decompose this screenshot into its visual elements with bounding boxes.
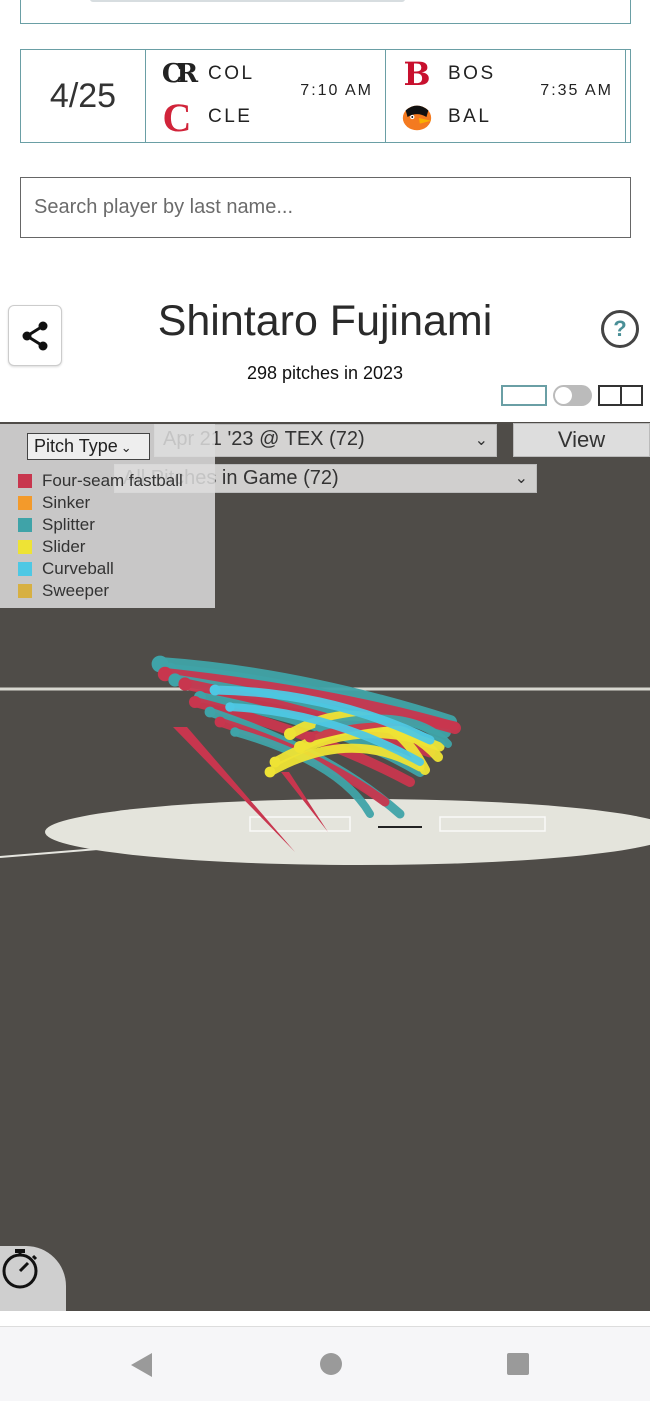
legend-label: Sinker bbox=[42, 493, 91, 512]
release-point bbox=[284, 728, 296, 740]
page-bottom-strip bbox=[0, 1311, 650, 1327]
game-time: 7:10 AM bbox=[300, 82, 373, 99]
split-view-icon[interactable] bbox=[598, 385, 643, 406]
team-abbr: CLE bbox=[208, 106, 253, 127]
legend-item[interactable]: Four-seam fastball bbox=[18, 470, 183, 492]
game-card-col-cle[interactable]: CR COL C CLE 7:10 AM bbox=[146, 50, 386, 142]
chevron-down-icon: ⌄ bbox=[474, 432, 488, 449]
schedule-date: 4/25 bbox=[21, 50, 146, 142]
legend-items: Four-seam fastball Sinker Splitter Slider Cu… bbox=[18, 470, 183, 602]
legend-swatch bbox=[18, 562, 32, 576]
back-icon[interactable] bbox=[131, 1353, 152, 1377]
release-point bbox=[225, 702, 235, 712]
release-point bbox=[304, 731, 316, 743]
pitch-type-select-value: Pitch Type bbox=[34, 436, 118, 456]
games-schedule: 4/25 CR COL C CLE 7:10 AM B BOS BAL 7:35… bbox=[20, 49, 631, 143]
release-point bbox=[230, 727, 240, 737]
stopwatch-icon bbox=[2, 1249, 38, 1289]
team-row-home: BAL bbox=[400, 99, 491, 135]
team-abbr: BAL bbox=[448, 106, 492, 127]
legend-swatch bbox=[18, 518, 32, 532]
pitch-trajectory-viz[interactable]: Apr 21 '23 @ TEX (72) ⌄ All Pitches in G… bbox=[0, 422, 650, 1311]
release-point bbox=[178, 677, 192, 691]
orioles-logo-icon bbox=[400, 99, 434, 135]
release-point bbox=[264, 766, 276, 778]
release-point bbox=[204, 706, 216, 718]
pitch-type-select[interactable]: Pitch Type ⌄ bbox=[27, 433, 150, 460]
legend-label: Curveball bbox=[42, 559, 114, 578]
team-abbr: BOS bbox=[448, 63, 496, 84]
legend-item[interactable]: Sweeper bbox=[18, 580, 183, 602]
recents-icon[interactable] bbox=[507, 1353, 529, 1375]
team-abbr: COL bbox=[208, 63, 255, 84]
toggle-knob bbox=[555, 387, 572, 404]
player-name: Shintaro Fujinami bbox=[157, 297, 493, 345]
game-time: 7:35 AM bbox=[540, 82, 613, 99]
chevron-down-icon: ⌄ bbox=[514, 470, 528, 487]
release-point bbox=[209, 684, 221, 696]
player-search-input[interactable] bbox=[20, 177, 631, 238]
scroll-pill bbox=[90, 0, 405, 2]
legend-label: Sweeper bbox=[42, 581, 110, 600]
pitch-summary: 298 pitches in 2023 bbox=[246, 363, 404, 383]
guardians-logo-icon: C bbox=[162, 94, 192, 140]
home-plate-area bbox=[45, 799, 650, 865]
legend-item[interactable]: Curveball bbox=[18, 558, 183, 580]
red-sox-logo-icon: B bbox=[403, 55, 431, 93]
legend-swatch bbox=[18, 496, 32, 510]
legend-swatch bbox=[18, 584, 32, 598]
pitch-legend: Pitch Type ⌄ Four-seam fastball Sinker Spli… bbox=[0, 424, 215, 608]
legend-item[interactable]: Sinker bbox=[18, 492, 183, 514]
app-root: 4/25 CR COL C CLE 7:10 AM B BOS BAL 7:35… bbox=[0, 0, 650, 1401]
system-navbar bbox=[0, 1327, 650, 1401]
legend-label: Splitter bbox=[42, 515, 95, 534]
legend-item[interactable]: Splitter bbox=[18, 514, 183, 536]
legend-item[interactable]: Slider bbox=[18, 536, 183, 558]
home-icon[interactable] bbox=[320, 1353, 342, 1375]
legend-label: Slider bbox=[42, 537, 86, 556]
team-row-away: CR COL bbox=[160, 56, 255, 92]
chevron-down-icon: ⌄ bbox=[120, 440, 132, 455]
single-view-icon[interactable] bbox=[501, 385, 547, 406]
help-button[interactable]: ? bbox=[601, 310, 639, 348]
game-card-bos-bal[interactable]: B BOS BAL 7:35 AM bbox=[386, 50, 626, 142]
previous-section-frame bbox=[20, 0, 631, 24]
release-point bbox=[189, 696, 201, 708]
view-button[interactable]: View bbox=[513, 423, 650, 457]
team-row-home: C CLE bbox=[160, 94, 253, 140]
legend-label: Four-seam fastball bbox=[42, 471, 183, 490]
rockies-logo-icon: CR bbox=[161, 59, 198, 89]
release-point bbox=[214, 716, 226, 728]
legend-swatch bbox=[18, 474, 32, 488]
legend-swatch bbox=[18, 540, 32, 554]
team-row-away: B BOS bbox=[400, 55, 496, 93]
view-toggle[interactable] bbox=[553, 385, 592, 406]
